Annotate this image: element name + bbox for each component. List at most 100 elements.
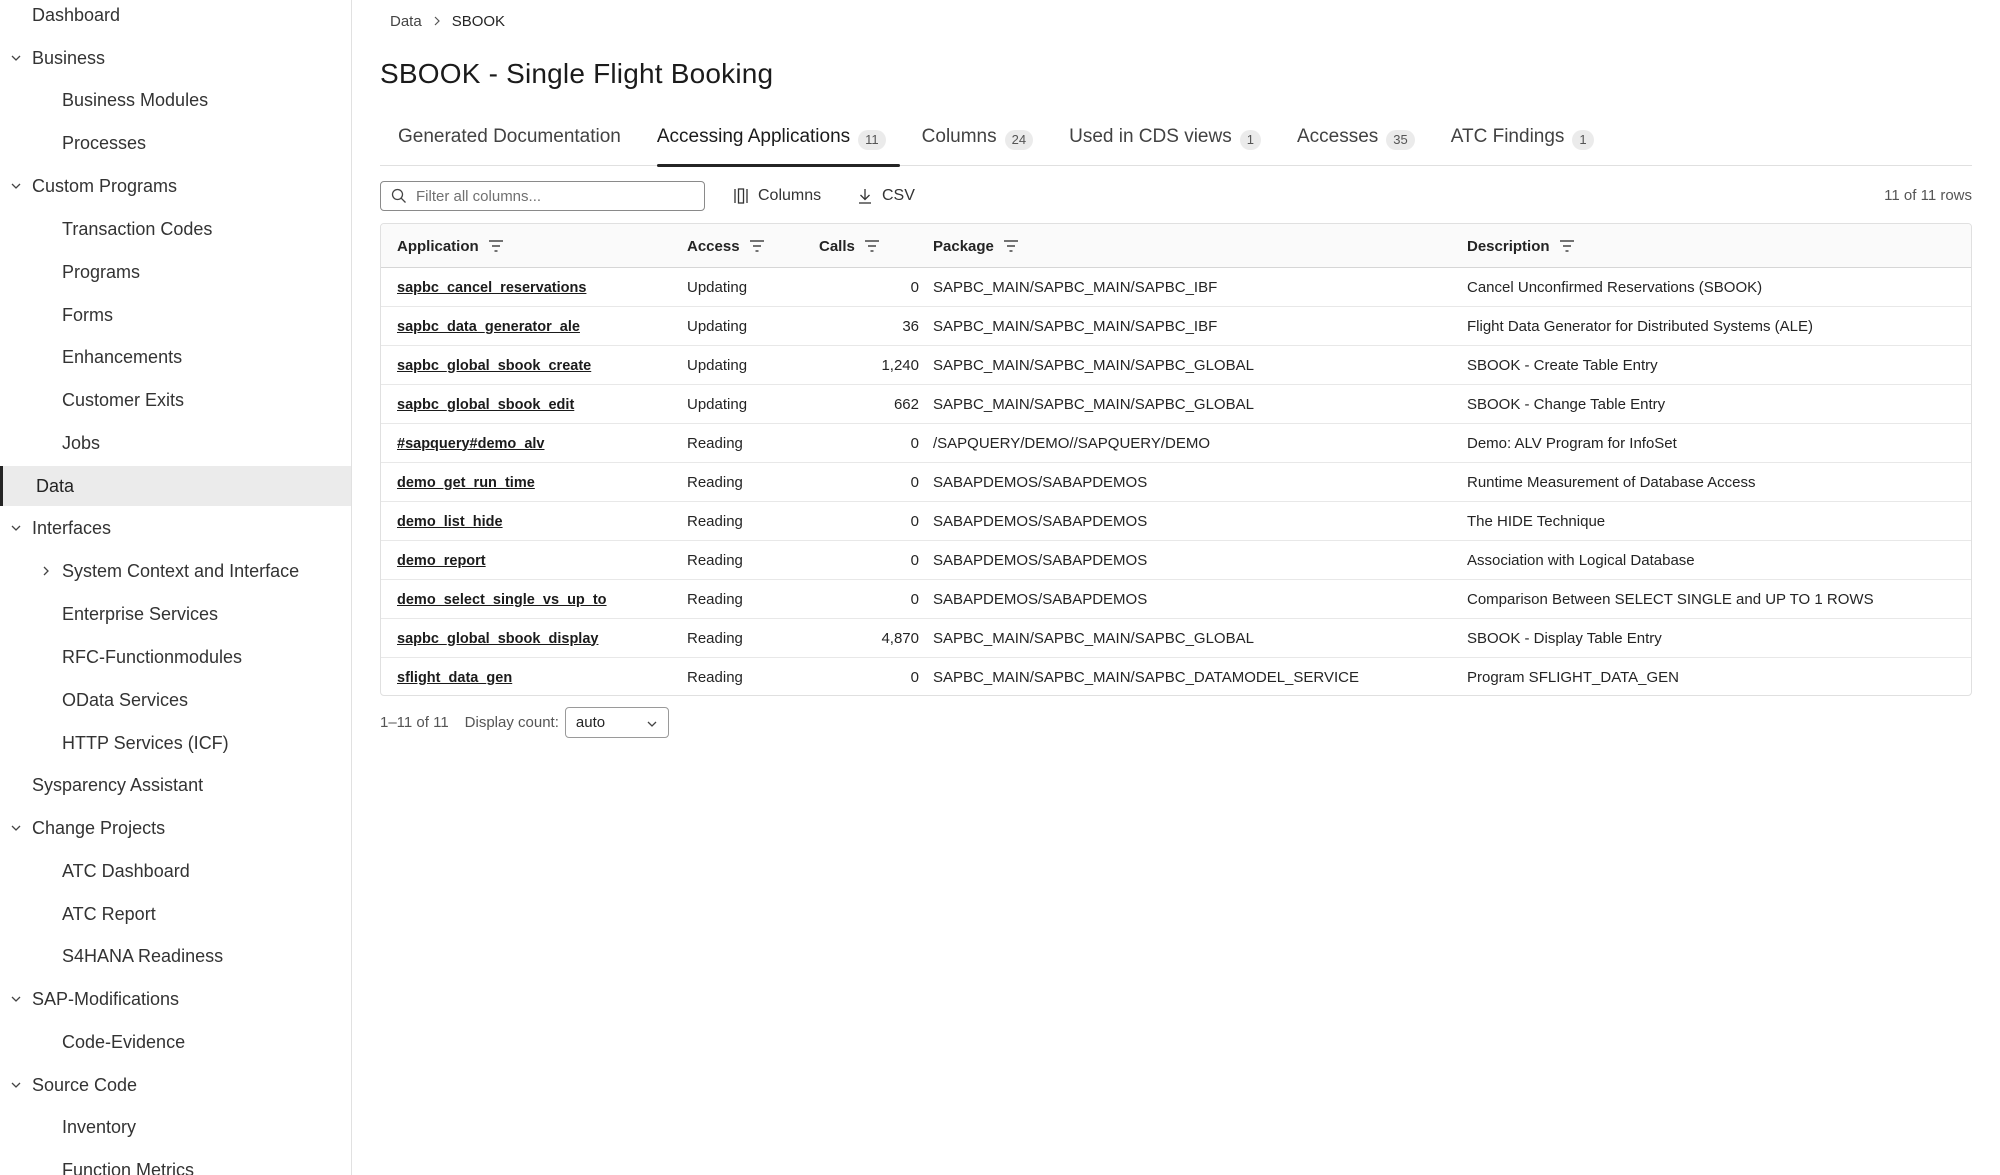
table-row[interactable]: demo_select_single_vs_up_to Reading 0 SA… bbox=[381, 580, 1971, 619]
sidebar-item-function-metrics[interactable]: Function Metrics bbox=[0, 1150, 351, 1175]
sidebar-item-sap-modifications[interactable]: SAP-Modifications bbox=[0, 979, 351, 1019]
sidebar-item-atc-dashboard[interactable]: ATC Dashboard bbox=[0, 851, 351, 891]
filter-field[interactable] bbox=[380, 181, 705, 211]
column-header-label: Application bbox=[397, 237, 479, 255]
sidebar-item-label: Enterprise Services bbox=[62, 603, 219, 624]
sidebar-item-jobs[interactable]: Jobs bbox=[0, 423, 351, 463]
tab-accessing-applications[interactable]: Accessing Applications 11 bbox=[639, 118, 904, 167]
column-header-application[interactable]: Application bbox=[397, 224, 504, 268]
sidebar-item-sysparency-assistant[interactable]: Sysparency Assistant bbox=[0, 765, 351, 805]
display-count-select[interactable]: auto bbox=[564, 706, 669, 738]
table-row[interactable]: sapbc_cancel_reservations Updating 0 SAP… bbox=[381, 268, 1971, 307]
application-link[interactable]: demo_get_run_time bbox=[397, 463, 535, 502]
table-row[interactable]: sapbc_global_sbook_display Reading 4,870… bbox=[381, 619, 1971, 658]
application-link[interactable]: demo_select_single_vs_up_to bbox=[397, 580, 607, 619]
csv-download-button[interactable]: CSV bbox=[856, 181, 915, 211]
chevron-down-icon[interactable] bbox=[8, 38, 24, 78]
chevron-down-icon[interactable] bbox=[8, 166, 24, 206]
description-cell: SBOOK - Create Table Entry bbox=[1467, 357, 1658, 374]
application-link[interactable]: sapbc_global_sbook_edit bbox=[397, 385, 574, 424]
chevron-down-icon[interactable] bbox=[8, 1065, 24, 1105]
table-row[interactable]: sflight_data_gen Reading 0 SAPBC_MAIN/SA… bbox=[381, 658, 1971, 695]
application-link[interactable]: sapbc_global_sbook_display bbox=[397, 619, 598, 658]
tab-label: Accesses bbox=[1296, 126, 1379, 147]
package-cell: SABAPDEMOS/SABAPDEMOS bbox=[933, 591, 1148, 608]
breadcrumb-data-link[interactable]: Data bbox=[390, 13, 422, 30]
access-cell: Updating bbox=[687, 396, 748, 413]
pagination-range: 1–11 of 11 bbox=[380, 713, 449, 731]
application-link[interactable]: sapbc_data_generator_ale bbox=[397, 307, 580, 346]
filter-icon[interactable] bbox=[488, 239, 504, 253]
sidebar-item-customer-exits[interactable]: Customer Exits bbox=[0, 380, 351, 420]
sidebar-item-label: Change Projects bbox=[32, 817, 166, 838]
sidebar-item-forms[interactable]: Forms bbox=[0, 295, 351, 335]
filter-icon[interactable] bbox=[749, 239, 765, 253]
chevron-down-icon[interactable] bbox=[8, 808, 24, 848]
sidebar-item-custom-programs[interactable]: Custom Programs bbox=[0, 166, 351, 206]
application-link[interactable]: demo_list_hide bbox=[397, 502, 503, 541]
application-link[interactable]: sapbc_global_sbook_create bbox=[397, 346, 591, 385]
sidebar-item-code-evidence[interactable]: Code-Evidence bbox=[0, 1022, 351, 1062]
sidebar-item-business[interactable]: Business bbox=[0, 38, 351, 78]
column-header-description[interactable]: Description bbox=[1467, 224, 1575, 268]
tab-used-in-cds-views[interactable]: Used in CDS views 1 bbox=[1051, 118, 1279, 166]
description-cell: Demo: ALV Program for InfoSet bbox=[1467, 435, 1677, 452]
tab-count-badge: 1 bbox=[1572, 130, 1594, 150]
column-header-package[interactable]: Package bbox=[933, 224, 1019, 268]
table-row[interactable]: demo_get_run_time Reading 0 SABAPDEMOS/S… bbox=[381, 463, 1971, 502]
filter-icon[interactable] bbox=[1003, 239, 1019, 253]
sidebar-item-enterprise-services[interactable]: Enterprise Services bbox=[0, 594, 351, 634]
table-row[interactable]: sapbc_global_sbook_edit Updating 662 SAP… bbox=[381, 385, 1971, 424]
filter-icon[interactable] bbox=[1559, 239, 1575, 253]
column-header-label: Access bbox=[687, 237, 740, 255]
sidebar-item-business-modules[interactable]: Business Modules bbox=[0, 80, 351, 120]
package-cell: SAPBC_MAIN/SAPBC_MAIN/SAPBC_DATAMODEL_SE… bbox=[933, 669, 1359, 686]
application-link[interactable]: sflight_data_gen bbox=[397, 658, 512, 695]
application-link[interactable]: sapbc_cancel_reservations bbox=[397, 268, 586, 307]
sidebar-item-programs[interactable]: Programs bbox=[0, 252, 351, 292]
tab-columns[interactable]: Columns 24 bbox=[904, 118, 1051, 166]
columns-button[interactable]: Columns bbox=[732, 181, 821, 211]
filter-input[interactable] bbox=[416, 187, 676, 205]
sidebar-item-label: SAP-Modifications bbox=[32, 988, 180, 1009]
sidebar-item-label: Data bbox=[36, 475, 75, 496]
sidebar-item-rfc-functionmodules[interactable]: RFC-Functionmodules bbox=[0, 637, 351, 677]
application-link[interactable]: demo_report bbox=[397, 541, 486, 580]
sidebar-item-data[interactable]: Data bbox=[0, 466, 351, 506]
sidebar-item-processes[interactable]: Processes bbox=[0, 123, 351, 163]
table-row[interactable]: sapbc_global_sbook_create Updating 1,240… bbox=[381, 346, 1971, 385]
chevron-right-icon[interactable] bbox=[38, 551, 54, 591]
sidebar-item-dashboard[interactable]: Dashboard bbox=[0, 0, 351, 35]
chevron-down-icon[interactable] bbox=[8, 508, 24, 548]
sidebar-item-interfaces[interactable]: Interfaces bbox=[0, 508, 351, 548]
main-content: Data SBOOK SBOOK - Single Flight Booking… bbox=[352, 0, 2000, 1175]
table-row[interactable]: demo_report Reading 0 SABAPDEMOS/SABAPDE… bbox=[381, 541, 1971, 580]
chevron-down-icon[interactable] bbox=[8, 979, 24, 1019]
tab-generated-documentation[interactable]: Generated Documentation bbox=[380, 118, 639, 166]
sidebar-item-inventory[interactable]: Inventory bbox=[0, 1107, 351, 1147]
sidebar-item-label: Processes bbox=[62, 132, 147, 153]
application-link[interactable]: #sapquery#demo_alv bbox=[397, 424, 545, 463]
calls-cell: 0 bbox=[910, 474, 919, 491]
sidebar-item-transaction-codes[interactable]: Transaction Codes bbox=[0, 209, 351, 249]
accessing-applications-table: Application Access Calls Package Descrip… bbox=[380, 223, 1972, 696]
filter-icon[interactable] bbox=[864, 239, 880, 253]
sidebar-item-source-code[interactable]: Source Code bbox=[0, 1065, 351, 1105]
tab-accesses[interactable]: Accesses 35 bbox=[1279, 118, 1433, 166]
sidebar-item-change-projects[interactable]: Change Projects bbox=[0, 808, 351, 848]
sidebar-item-http-services[interactable]: HTTP Services (ICF) bbox=[0, 723, 351, 763]
table-row[interactable]: demo_list_hide Reading 0 SABAPDEMOS/SABA… bbox=[381, 502, 1971, 541]
table-row[interactable]: sapbc_data_generator_ale Updating 36 SAP… bbox=[381, 307, 1971, 346]
sidebar-item-s4hana-readiness[interactable]: S4HANA Readiness bbox=[0, 936, 351, 976]
column-header-access[interactable]: Access bbox=[687, 224, 765, 268]
tab-atc-findings[interactable]: ATC Findings 1 bbox=[1433, 118, 1612, 166]
sidebar-item-odata-services[interactable]: OData Services bbox=[0, 680, 351, 720]
sidebar-item-atc-report[interactable]: ATC Report bbox=[0, 894, 351, 934]
sidebar-item-enhancements[interactable]: Enhancements bbox=[0, 337, 351, 377]
sidebar-item-system-context[interactable]: System Context and Interface bbox=[0, 551, 351, 591]
column-header-calls[interactable]: Calls bbox=[819, 224, 880, 268]
package-cell: SAPBC_MAIN/SAPBC_MAIN/SAPBC_IBF bbox=[933, 279, 1218, 296]
table-row[interactable]: #sapquery#demo_alv Reading 0 /SAPQUERY/D… bbox=[381, 424, 1971, 463]
page-title: SBOOK - Single Flight Booking bbox=[380, 58, 774, 89]
package-cell: SABAPDEMOS/SABAPDEMOS bbox=[933, 552, 1148, 569]
